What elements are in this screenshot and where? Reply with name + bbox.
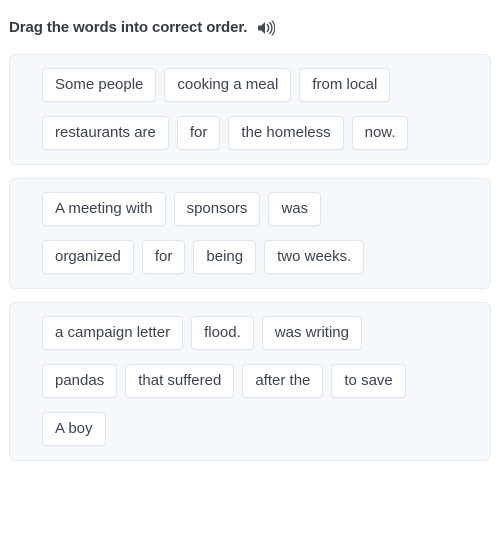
word-row: restaurants are for the homeless now.	[22, 116, 478, 150]
word-chip[interactable]: A meeting with	[42, 192, 166, 226]
word-chip[interactable]: from local	[299, 68, 391, 102]
word-chip[interactable]: cooking a meal	[164, 68, 292, 102]
word-chip[interactable]: to save	[331, 364, 406, 398]
word-chip[interactable]: for	[176, 116, 221, 150]
word-chip[interactable]: now.	[351, 116, 409, 150]
word-card: Some people cooking a meal from local resta…	[9, 54, 491, 165]
word-chip[interactable]: for	[141, 240, 186, 274]
word-row: A meeting with sponsors was	[22, 192, 478, 226]
exercise-page: Drag the words into correct order. Some …	[0, 0, 500, 550]
word-chip[interactable]: flood.	[191, 316, 254, 350]
word-card: A meeting with sponsors was organized for bei…	[9, 178, 491, 289]
word-chip[interactable]: pandas	[42, 364, 118, 398]
word-chip[interactable]: two weeks.	[264, 240, 365, 274]
word-chip[interactable]: organized	[42, 240, 134, 274]
page-title: Drag the words into correct order.	[9, 18, 248, 36]
word-row: a campaign letter flood. was writing	[22, 316, 478, 350]
word-chip[interactable]: was writing	[261, 316, 362, 350]
word-card: a campaign letter flood. was writing pandas…	[9, 302, 491, 461]
word-chip[interactable]: was	[268, 192, 322, 226]
page-header: Drag the words into correct order.	[0, 0, 500, 54]
word-chip[interactable]: that suffered	[125, 364, 235, 398]
word-chip[interactable]: restaurants are	[42, 116, 169, 150]
word-row: A boy	[22, 412, 478, 446]
word-row: Some people cooking a meal from local	[22, 68, 478, 102]
word-chip[interactable]: after the	[242, 364, 324, 398]
speaker-icon[interactable]	[256, 18, 276, 38]
word-chip[interactable]: the homeless	[228, 116, 344, 150]
word-row: pandas that suffered after the to save	[22, 364, 478, 398]
word-chip[interactable]: a campaign letter	[42, 316, 184, 350]
word-row: organized for being two weeks.	[22, 240, 478, 274]
word-chip[interactable]: being	[193, 240, 257, 274]
word-chip[interactable]: A boy	[42, 412, 106, 446]
word-chip[interactable]: sponsors	[173, 192, 261, 226]
exercise-card-list: Some people cooking a meal from local resta…	[0, 54, 500, 461]
word-chip[interactable]: Some people	[42, 68, 157, 102]
